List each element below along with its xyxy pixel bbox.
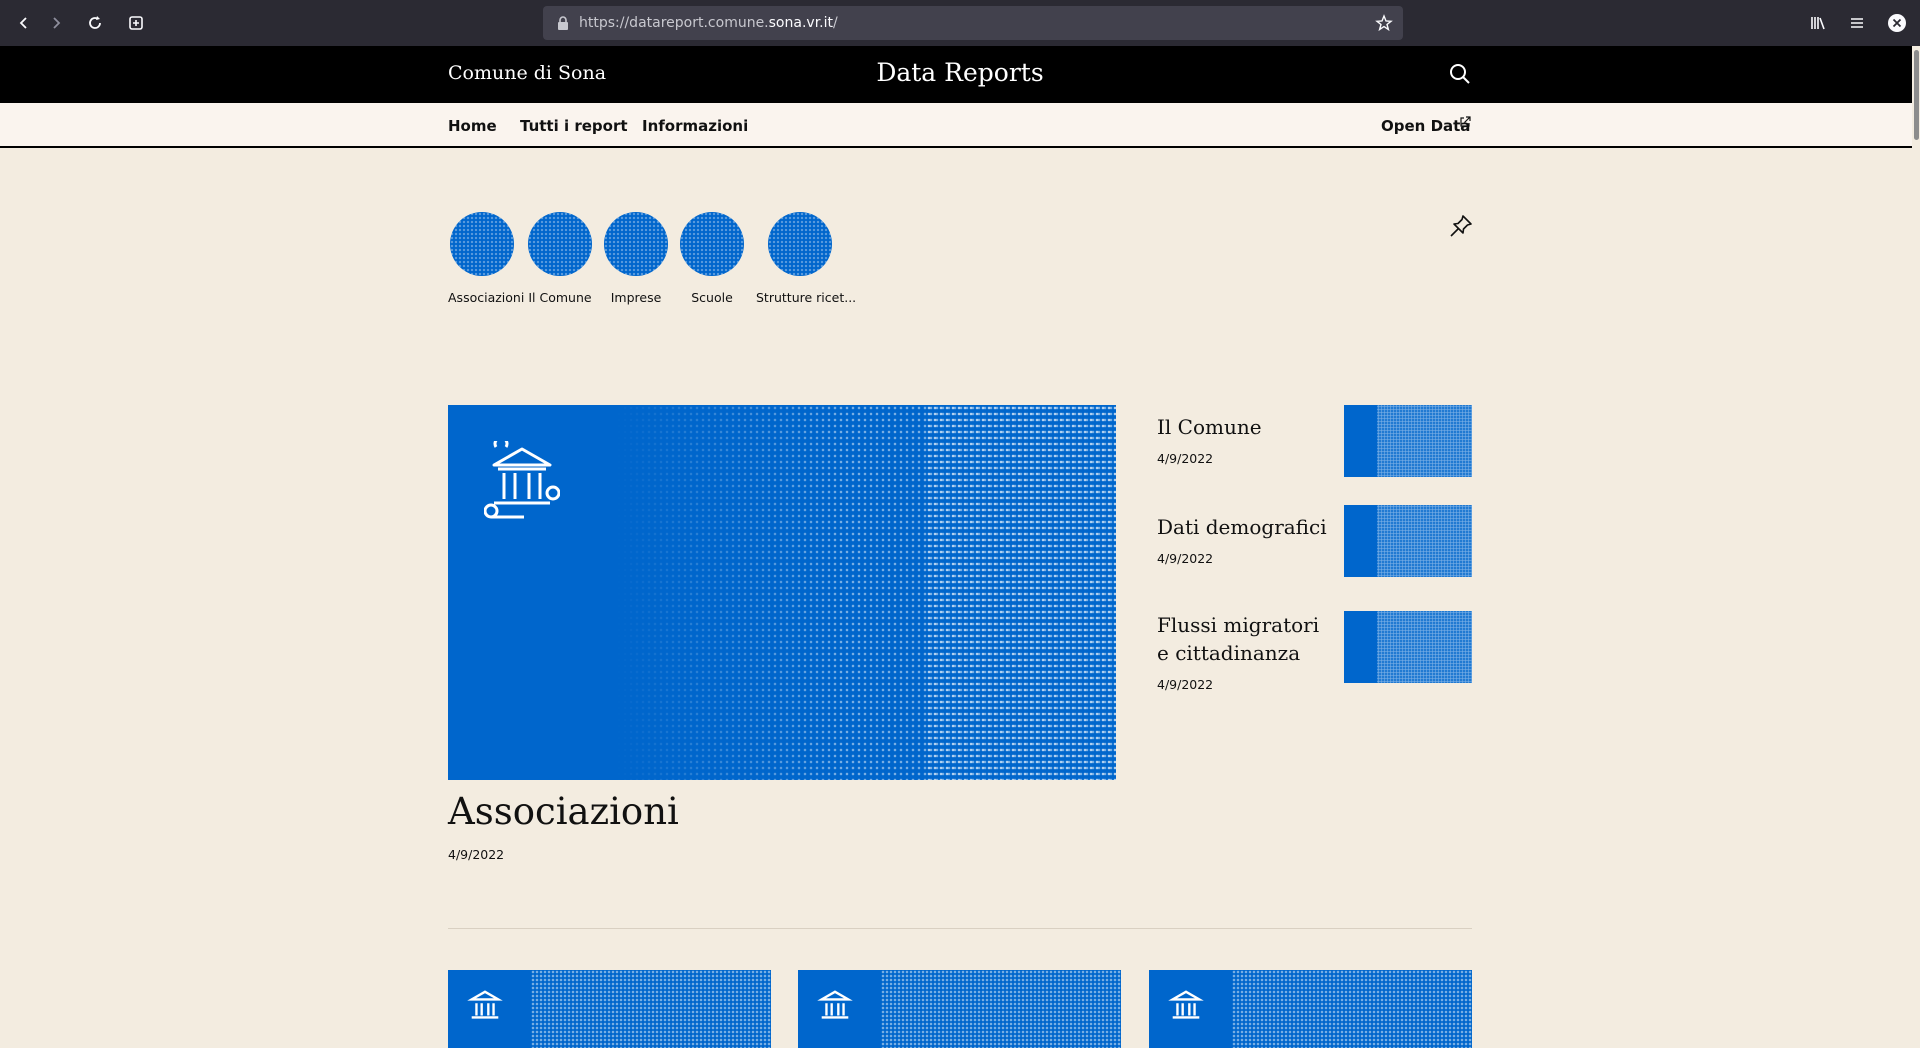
section-divider (448, 928, 1472, 929)
category-label: Imprese (610, 290, 662, 305)
featured-report-image[interactable] (448, 405, 1116, 780)
category-label: Associazioni (448, 290, 525, 305)
category-associazioni[interactable]: Associazioni (448, 212, 525, 305)
back-icon[interactable] (8, 7, 40, 39)
pin-icon[interactable] (1448, 213, 1474, 239)
nav-open-data[interactable]: Open Data (1381, 117, 1470, 135)
report-card[interactable] (448, 970, 771, 1048)
category-image (604, 212, 668, 276)
nav-info[interactable]: Informazioni (642, 117, 748, 135)
url-text: https://datareport.comune.sona.vr.it/ (579, 15, 838, 31)
main-nav: Home Tutti i report Informazioni Open Da… (0, 103, 1920, 148)
library-icon[interactable] (1802, 7, 1834, 39)
category-scuole[interactable]: Scuole (680, 212, 744, 305)
featured-report-title[interactable]: Associazioni (448, 790, 679, 833)
new-tab-icon[interactable] (120, 7, 152, 39)
category-image (768, 212, 832, 276)
side-report-item[interactable]: Il Comune 4/9/2022 (1157, 405, 1472, 477)
url-bar[interactable]: https://datareport.comune.sona.vr.it/ (543, 6, 1403, 40)
town-hall-icon (1168, 990, 1204, 1019)
town-hall-icon (817, 990, 853, 1019)
category-il-comune[interactable]: Il Comune (528, 212, 592, 305)
report-card[interactable] (798, 970, 1121, 1048)
browser-toolbar: https://datareport.comune.sona.vr.it/ (0, 0, 1920, 46)
category-image (450, 212, 514, 276)
town-hall-icon (467, 990, 503, 1019)
bookmark-star-icon[interactable] (1375, 14, 1393, 32)
category-strutture-ricettive[interactable]: Strutture ricet... (756, 212, 857, 305)
featured-report-date: 4/9/2022 (448, 847, 505, 862)
side-report-title[interactable]: Il Comune (1157, 413, 1332, 441)
side-report-thumbnail[interactable] (1344, 611, 1472, 683)
side-report-item[interactable]: Flussi migratori e cittadinanza 4/9/2022 (1157, 611, 1472, 692)
lock-icon (555, 15, 571, 31)
nav-home[interactable]: Home (448, 117, 497, 135)
side-report-item[interactable]: Dati demografici 4/9/2022 (1157, 505, 1472, 577)
side-report-thumbnail[interactable] (1344, 405, 1472, 477)
town-hall-icon (484, 441, 560, 519)
forward-icon[interactable] (40, 7, 72, 39)
side-report-title[interactable]: Dati demografici (1157, 513, 1332, 541)
report-card[interactable] (1149, 970, 1472, 1048)
menu-icon[interactable] (1841, 7, 1873, 39)
search-icon[interactable] (1448, 62, 1472, 86)
close-window-icon[interactable] (1881, 7, 1913, 39)
category-imprese[interactable]: Imprese (604, 212, 668, 305)
page-scrollbar[interactable] (1912, 46, 1920, 1048)
category-label: Il Comune (528, 290, 592, 305)
side-report-title[interactable]: Flussi migratori e cittadinanza (1157, 611, 1332, 667)
nav-all-reports[interactable]: Tutti i report (520, 117, 628, 135)
category-label: Strutture ricet... (756, 290, 857, 305)
category-image (528, 212, 592, 276)
side-report-thumbnail[interactable] (1344, 505, 1472, 577)
site-title[interactable]: Data Reports (0, 58, 1920, 87)
category-label: Scuole (691, 290, 733, 305)
scrollbar-thumb[interactable] (1914, 50, 1919, 140)
site-header: Comune di Sona Data Reports (0, 46, 1920, 103)
external-link-icon (1459, 115, 1471, 133)
category-image (680, 212, 744, 276)
reload-icon[interactable] (79, 7, 111, 39)
